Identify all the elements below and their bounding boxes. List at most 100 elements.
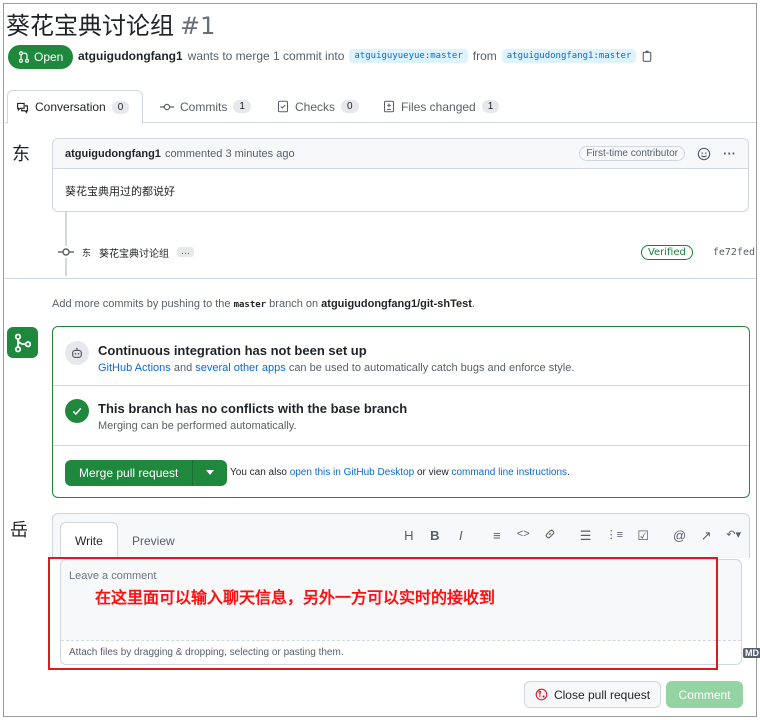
triangle-down-icon (206, 470, 215, 475)
tab-write[interactable]: Write (60, 522, 118, 559)
merge-button-group: Merge pull request (65, 460, 228, 486)
bold-icon[interactable]: B (429, 528, 441, 544)
smiley-icon[interactable] (697, 147, 711, 161)
conflict-row: This branch has no conflicts with the ba… (53, 386, 749, 446)
hint-repo: atguigudongfang1/git-shTest (321, 298, 472, 310)
ci-title: Continuous integration has not been set … (98, 343, 367, 358)
kebab-horizontal-icon[interactable]: ··· (723, 146, 736, 161)
ci-row: Continuous integration has not been set … (53, 327, 749, 386)
first-time-contributor-badge: First-time contributor (579, 146, 685, 161)
close-button-label: Close pull request (553, 687, 651, 702)
italic-icon[interactable]: I (455, 528, 467, 544)
file-diff-icon (383, 100, 395, 113)
merge-method-dropdown[interactable] (193, 460, 227, 486)
conflict-title: This branch has no conflicts with the ba… (98, 401, 408, 416)
quote-icon[interactable]: ≡ (491, 528, 503, 544)
task-list-icon[interactable]: ☑ (637, 528, 649, 544)
tab-checks[interactable]: Checks 0 (269, 90, 367, 123)
merge-pull-request-button[interactable]: Merge pull request (65, 460, 194, 486)
git-merge-icon (14, 333, 31, 352)
tab-conversation-count: 0 (111, 100, 130, 114)
tab-conversation-label: Conversation (35, 100, 106, 114)
annotation-highlight-box (48, 557, 718, 670)
link-glyph (545, 529, 554, 539)
commit-row: 东 葵花宝典讨论组 … Verified fe72fed (58, 244, 755, 260)
merge-box: Continuous integration has not been set … (52, 326, 750, 498)
current-user-avatar[interactable]: 岳 (10, 516, 28, 542)
tab-commits-count: 1 (233, 100, 251, 113)
conversation-icon (17, 102, 28, 114)
markdown-toolbar: H B I ≡ <> ☰ ⋮≡ ☑ @ ↗ ↶▾ (403, 528, 741, 544)
pull-request-icon (18, 51, 30, 63)
hint-branch: master (233, 300, 267, 310)
note-mid: or view (416, 467, 449, 478)
copy-icon[interactable] (641, 50, 653, 62)
ci-subtitle: GitHub Actions and several other apps ca… (98, 362, 574, 374)
other-apps-link[interactable]: several other apps (195, 362, 286, 374)
ci-and: and (173, 362, 193, 374)
tab-checks-count: 0 (341, 100, 359, 113)
check-icon (72, 407, 82, 416)
comment-header: atguigudongfang1 commented 3 minutes ago… (53, 139, 748, 169)
tab-preview[interactable]: Preview (118, 522, 189, 559)
base-branch[interactable]: atguiguyueyue:master (349, 49, 468, 63)
merge-status-icon (7, 327, 38, 358)
pr-from-text: from (472, 49, 497, 63)
tab-commits[interactable]: Commits 1 (152, 90, 259, 123)
pr-closed-icon (535, 688, 548, 701)
pr-title: 葵花宝典讨论组 (6, 12, 174, 40)
comment-submit-button[interactable]: Comment (666, 681, 743, 708)
tab-checks-label: Checks (295, 99, 336, 114)
github-desktop-link[interactable]: open this in GitHub Desktop (290, 467, 415, 478)
pr-number: #1 (180, 12, 216, 40)
tab-files-changed-count: 1 (481, 100, 500, 113)
command-line-link[interactable]: command line instructions (451, 467, 567, 478)
hint-suffix: . (471, 298, 475, 310)
comment-author[interactable]: atguigudongfang1 (65, 148, 161, 160)
add-more-commits-hint: Add more commits by pushing to the maste… (52, 298, 475, 310)
verified-badge[interactable]: Verified (640, 244, 693, 260)
commit-icon (58, 246, 74, 258)
hint-prefix: Add more commits by pushing to the (52, 298, 231, 310)
reply-icon[interactable]: ↶▾ (726, 528, 741, 544)
pr-meta: atguigudongfang1 wants to merge 1 commit… (78, 49, 653, 63)
markdown-icon[interactable]: MD (743, 648, 760, 658)
ci-rest: can be used to automatically catch bugs … (288, 362, 575, 374)
close-pull-request-button[interactable]: Close pull request (524, 681, 661, 708)
editor-tabs: Write Preview H B I ≡ <> ☰ ⋮≡ ☑ @ ↗ ↶▾ (52, 513, 750, 559)
avatar[interactable]: 东 (12, 140, 30, 166)
tab-commits-label: Commits (180, 99, 228, 114)
tab-files-changed-label: Files changed (401, 99, 476, 114)
page-title: 葵花宝典讨论组 #1 (6, 6, 215, 41)
comment-card: atguigudongfang1 commented 3 minutes ago… (52, 138, 749, 212)
robot-icon (72, 347, 82, 358)
mention-icon[interactable]: @ (673, 528, 686, 544)
ordered-list-icon[interactable]: ⋮≡ (606, 528, 623, 544)
checklist-icon (277, 100, 289, 113)
github-actions-link[interactable]: GitHub Actions (98, 362, 171, 374)
cross-reference-icon[interactable]: ↗ (700, 528, 712, 544)
commit-message[interactable]: 葵花宝典讨论组 (99, 245, 169, 260)
merge-alternatives-note: You can also open this in GitHub Desktop… (230, 467, 570, 478)
comment-action: commented 3 minutes ago (164, 147, 295, 160)
tab-conversation[interactable]: Conversation 0 (7, 90, 143, 124)
status-label: Open (34, 50, 64, 64)
ci-icon (65, 341, 89, 365)
commit-expand-button[interactable]: … (177, 247, 195, 257)
heading-icon[interactable]: H (403, 528, 415, 544)
code-icon[interactable]: <> (517, 528, 530, 544)
unordered-list-icon[interactable]: ☰ (580, 528, 592, 544)
conflict-subtitle: Merging can be performed automatically. (98, 420, 297, 432)
hint-middle: branch on (269, 298, 319, 310)
tab-files-changed[interactable]: Files changed 1 (375, 90, 507, 123)
pr-tabs: Conversation 0 Commits 1 Checks 0 Files … (5, 90, 756, 124)
commit-avatar[interactable]: 东 (82, 246, 91, 259)
commit-sha[interactable]: fe72fed (713, 247, 755, 258)
link-icon[interactable] (544, 528, 556, 544)
check-circle-icon (65, 399, 89, 423)
divider (5, 278, 756, 279)
pr-merge-text: wants to merge 1 commit into (187, 49, 345, 63)
note-prefix: You can also (230, 467, 287, 478)
head-branch[interactable]: atguigudongfang1:master (501, 49, 637, 63)
pr-author-link[interactable]: atguigudongfang1 (78, 49, 183, 63)
